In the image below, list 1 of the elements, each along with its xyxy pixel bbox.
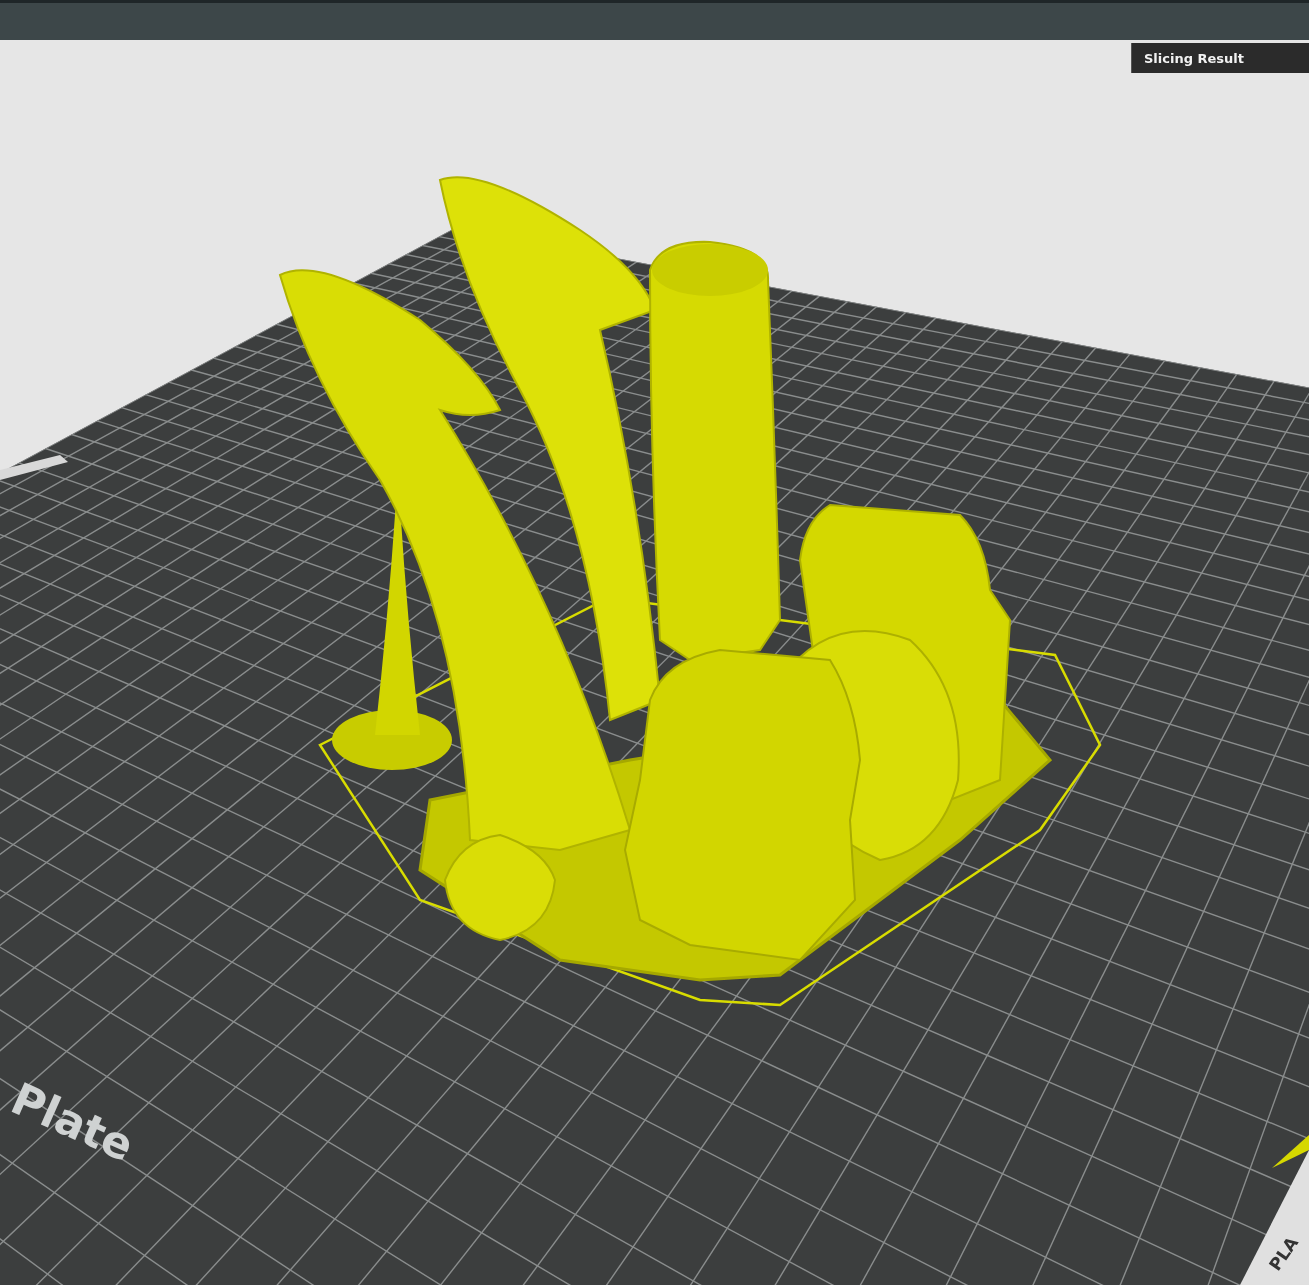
- slicing-result-tab[interactable]: Slicing Result: [1131, 43, 1309, 73]
